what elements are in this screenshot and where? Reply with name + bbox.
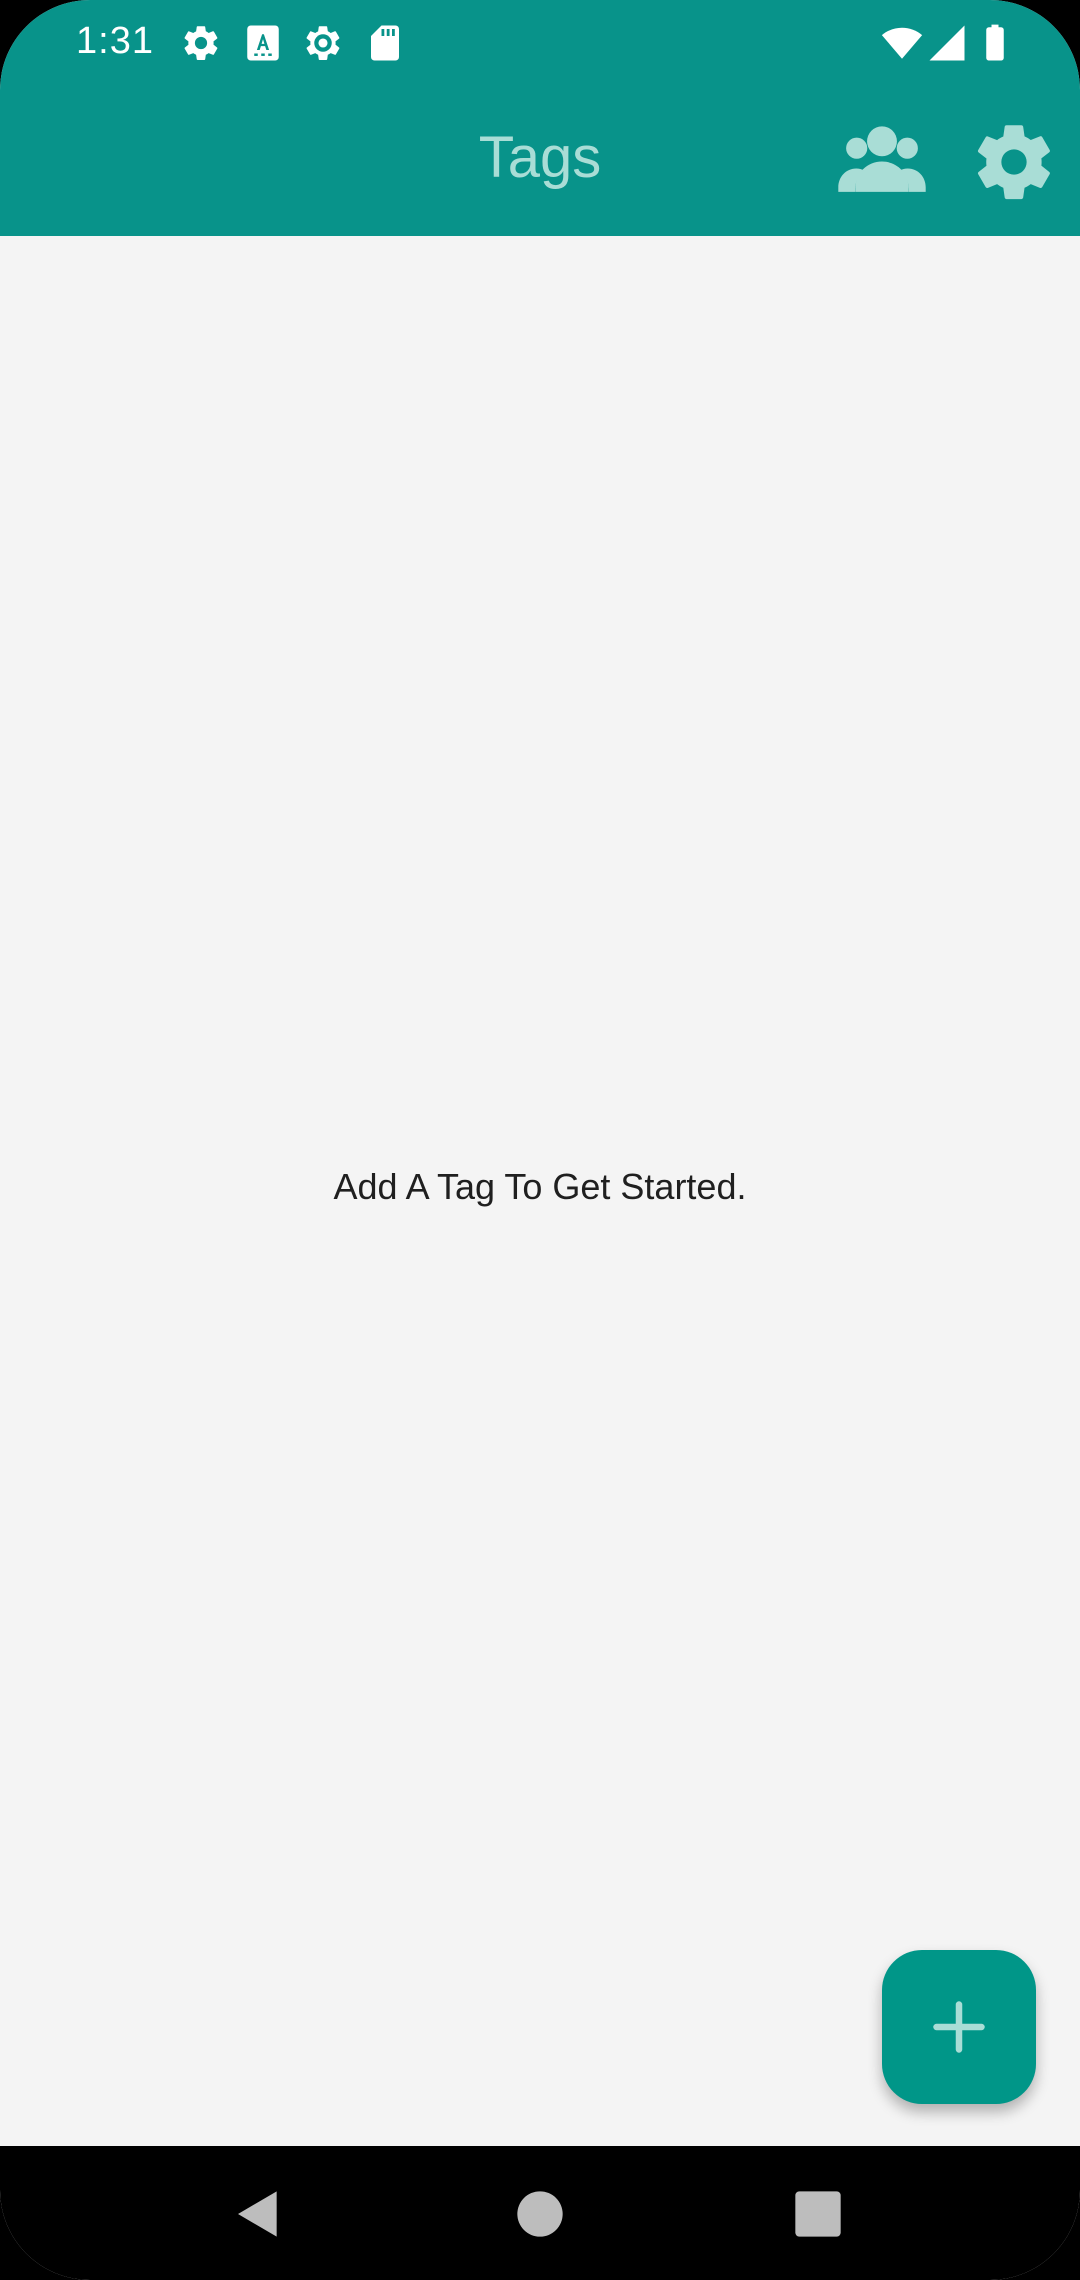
status-bar: 1:31	[0, 0, 1080, 88]
recents-icon	[786, 2182, 850, 2246]
gear-icon	[180, 22, 222, 64]
home-button[interactable]	[508, 2182, 572, 2246]
top-bar: 1:31 Tags	[0, 0, 1080, 236]
sd-card-icon	[364, 22, 406, 64]
add-tag-button[interactable]	[882, 1950, 1036, 2104]
signal-icon	[926, 22, 968, 64]
screen: 1:31 Tags Add A Tag To Get Started.	[0, 0, 1080, 2280]
group-button[interactable]	[836, 116, 928, 208]
home-icon	[508, 2182, 572, 2246]
navigation-bar	[0, 2146, 1080, 2280]
keyboard-a-icon	[242, 22, 284, 64]
settings-button[interactable]	[968, 116, 1060, 208]
recents-button[interactable]	[786, 2182, 850, 2246]
settings-icon	[968, 116, 1060, 208]
status-time: 1:31	[76, 20, 154, 62]
back-button[interactable]	[226, 2182, 290, 2246]
settings-outline-icon	[302, 22, 344, 64]
wifi-icon	[880, 22, 924, 64]
back-icon	[226, 2182, 290, 2246]
empty-state-message: Add A Tag To Get Started.	[333, 1166, 747, 1207]
battery-icon	[974, 22, 1016, 64]
app-bar: Tags	[0, 88, 1080, 236]
group-icon	[836, 116, 928, 208]
